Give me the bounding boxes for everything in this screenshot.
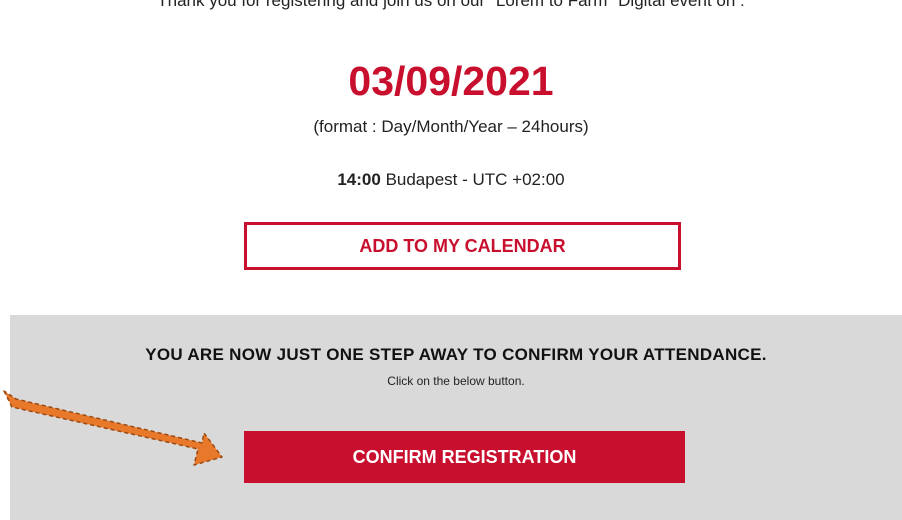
email-page: Thank you for registering and join us on…: [0, 0, 902, 520]
confirm-registration-button[interactable]: CONFIRM REGISTRATION: [244, 431, 685, 483]
confirm-heading: YOU ARE NOW JUST ONE STEP AWAY TO CONFIR…: [145, 345, 767, 364]
event-timezone: Budapest - UTC +02:00: [385, 170, 565, 189]
event-time: 14:00: [337, 170, 381, 189]
confirm-registration-label: CONFIRM REGISTRATION: [352, 446, 577, 467]
event-date: 03/09/2021: [348, 58, 554, 104]
add-to-calendar-label: ADD TO MY CALENDAR: [359, 235, 566, 256]
date-format-note: (format : Day/Month/Year – 24hours): [313, 117, 589, 136]
intro-text-clipped: Thank you for registering and join us on…: [0, 0, 902, 22]
arrow-pointer-icon: [3, 390, 223, 466]
event-time-line: 14:00 Budapest - UTC +02:00: [0, 170, 902, 190]
intro-text: Thank you for registering and join us on…: [157, 0, 745, 10]
add-to-calendar-button[interactable]: ADD TO MY CALENDAR: [244, 222, 681, 270]
